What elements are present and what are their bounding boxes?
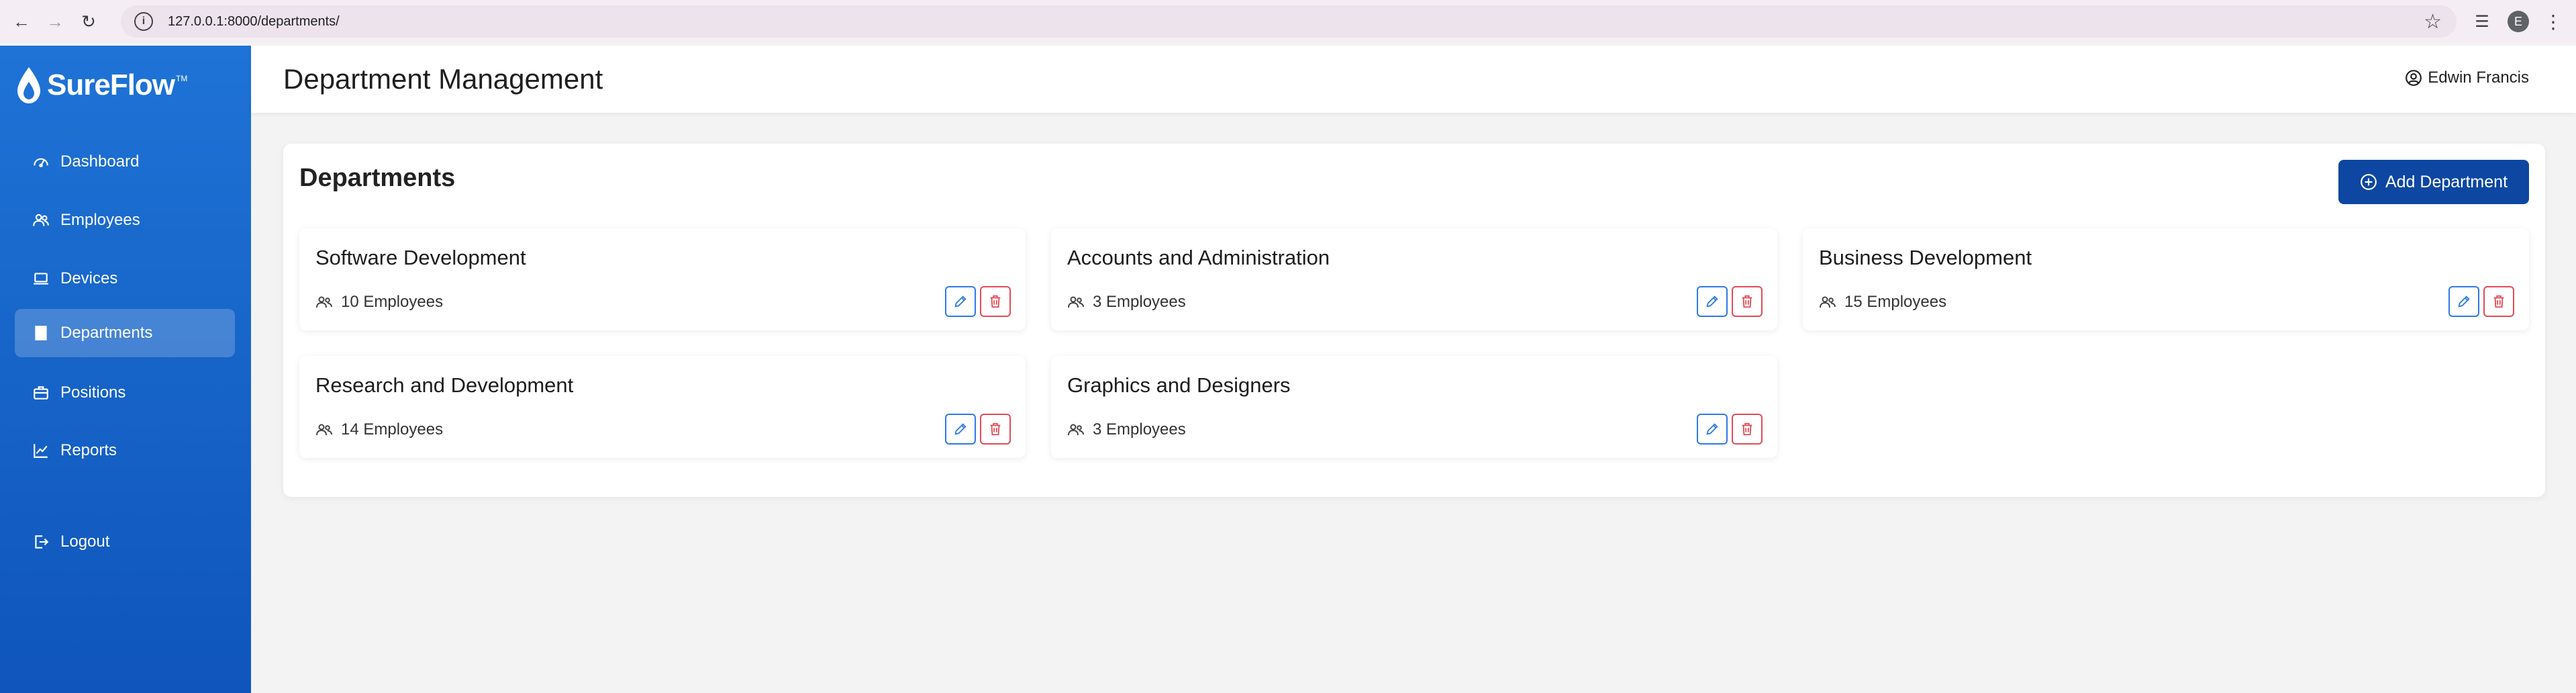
employee-count: 15 Employees xyxy=(1819,293,1946,312)
delete-button[interactable] xyxy=(980,414,1011,445)
sidebar-item-dashboard[interactable]: Dashboard xyxy=(15,138,235,186)
forward-arrow-icon[interactable]: → xyxy=(43,9,67,34)
sidebar-item-positions[interactable]: Positions xyxy=(15,369,235,417)
section-title: Departments xyxy=(299,164,456,192)
profile-avatar[interactable]: E xyxy=(2508,11,2529,32)
people-icon xyxy=(1068,424,1084,436)
people-icon xyxy=(1068,296,1084,308)
sidebar-item-logout[interactable]: Logout xyxy=(15,518,235,566)
edit-button[interactable] xyxy=(945,414,976,445)
browser-toolbar: ← → ↻ i 127.0.0.1:8000/departments/ ☆ ☰ … xyxy=(0,0,2576,43)
edit-button[interactable] xyxy=(1697,286,1728,317)
delete-button[interactable] xyxy=(2483,286,2514,317)
employee-count-text: 3 Employees xyxy=(1093,293,1186,311)
edit-button[interactable] xyxy=(945,286,976,317)
add-department-button[interactable]: Add Department xyxy=(2338,160,2529,204)
employee-count-text: 10 Employees xyxy=(341,293,444,311)
sidebar-item-devices[interactable]: Devices xyxy=(15,255,235,303)
people-icon xyxy=(31,212,51,229)
sidebar-item-label: Dashboard xyxy=(60,152,140,171)
reload-icon[interactable]: ↻ xyxy=(77,9,101,34)
sidebar: SureFlow TM Dashboard Employees Devices … xyxy=(0,46,251,693)
page-header: Department Management Edwin Francis xyxy=(251,46,2576,113)
sidebar-item-label: Reports xyxy=(60,441,117,459)
sidebar-item-departments[interactable]: Departments xyxy=(15,309,235,357)
url-text[interactable]: 127.0.0.1:8000/departments/ xyxy=(168,14,340,30)
pencil-icon xyxy=(954,295,967,308)
sidebar-item-label: Logout xyxy=(60,533,110,551)
page-title: Department Management xyxy=(283,63,603,95)
department-name: Accounts and Administration xyxy=(1067,246,1330,269)
trash-icon xyxy=(990,422,1001,436)
edit-button[interactable] xyxy=(2448,286,2479,317)
trash-icon xyxy=(2493,295,2504,308)
people-icon xyxy=(316,296,332,308)
department-name: Software Development xyxy=(315,246,526,269)
department-card: Graphics and Designers 3 Employees xyxy=(1051,356,1777,458)
brand-trademark: TM xyxy=(176,74,188,83)
media-controls-icon[interactable]: ☰ xyxy=(2469,8,2495,35)
site-info-icon[interactable]: i xyxy=(134,12,153,31)
departments-card: Departments Add Department Software Deve… xyxy=(283,144,2545,497)
department-card: Software Development 10 Employees xyxy=(299,228,1026,330)
department-card: Accounts and Administration 3 Employees xyxy=(1051,228,1777,330)
people-icon xyxy=(316,424,332,436)
building-icon xyxy=(31,324,51,342)
people-icon xyxy=(1820,296,1836,308)
chart-line-icon xyxy=(31,442,51,459)
sidebar-item-reports[interactable]: Reports xyxy=(15,426,235,475)
employee-count: 3 Employees xyxy=(1067,420,1186,439)
pencil-icon xyxy=(1706,295,1718,308)
sidebar-item-label: Devices xyxy=(60,269,118,287)
briefcase-icon xyxy=(31,384,51,402)
brand-logo[interactable]: SureFlow TM xyxy=(15,66,187,105)
department-card: Business Development 15 Employees xyxy=(1803,228,2529,330)
delete-button[interactable] xyxy=(980,286,1011,317)
plus-circle-icon xyxy=(2361,174,2377,190)
employee-count-text: 14 Employees xyxy=(341,420,444,438)
user-name: Edwin Francis xyxy=(2428,68,2529,87)
sidebar-item-label: Departments xyxy=(60,324,153,342)
pencil-icon xyxy=(954,423,967,435)
sidebar-item-employees[interactable]: Employees xyxy=(15,196,235,244)
department-name: Graphics and Designers xyxy=(1067,373,1291,397)
employee-count: 3 Employees xyxy=(1067,293,1186,312)
user-circle-icon xyxy=(2406,70,2422,86)
department-name: Research and Development xyxy=(315,373,574,397)
drop-icon xyxy=(17,67,40,103)
pencil-icon xyxy=(2458,295,2470,308)
trash-icon xyxy=(1742,422,1752,436)
sidebar-item-label: Employees xyxy=(60,211,140,229)
gauge-icon xyxy=(31,153,51,171)
address-bar[interactable]: i 127.0.0.1:8000/departments/ ☆ xyxy=(121,5,2457,38)
sidebar-item-label: Positions xyxy=(60,383,126,402)
logout-icon xyxy=(31,533,51,551)
add-department-label: Add Department xyxy=(2385,172,2508,191)
employee-count: 14 Employees xyxy=(315,420,443,439)
employee-count-text: 15 Employees xyxy=(1844,293,1947,311)
employee-count-text: 3 Employees xyxy=(1093,420,1186,438)
delete-button[interactable] xyxy=(1732,286,1763,317)
department-card: Research and Development 14 Employees xyxy=(299,356,1026,458)
brand-name: SureFlow xyxy=(47,68,175,101)
trash-icon xyxy=(1742,295,1752,308)
department-name: Business Development xyxy=(1819,246,2032,269)
trash-icon xyxy=(990,295,1001,308)
employee-count: 10 Employees xyxy=(315,293,443,312)
pencil-icon xyxy=(1706,423,1718,435)
back-arrow-icon[interactable]: ← xyxy=(9,9,34,34)
browser-menu-icon[interactable]: ⋮ xyxy=(2544,11,2563,33)
bookmark-star-icon[interactable]: ☆ xyxy=(2424,10,2442,34)
laptop-icon xyxy=(31,270,51,287)
delete-button[interactable] xyxy=(1732,414,1763,445)
user-menu[interactable]: Edwin Francis xyxy=(2405,68,2529,87)
edit-button[interactable] xyxy=(1697,414,1728,445)
